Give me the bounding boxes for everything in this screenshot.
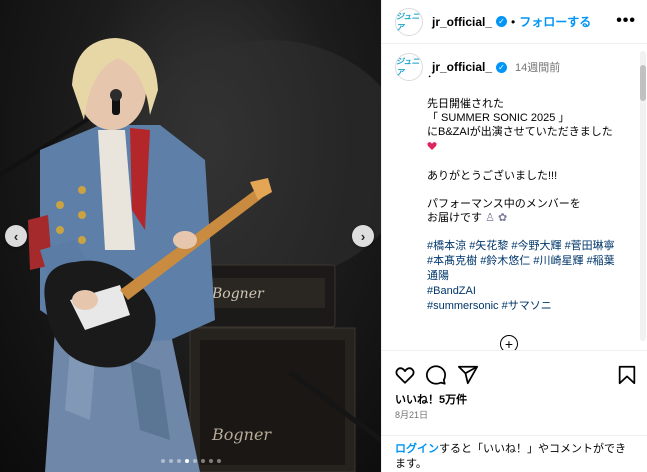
slide-dot — [192, 459, 197, 463]
header-separator: • — [511, 14, 516, 29]
login-prompt: ログインすると「いいね！」やコメントができます。 — [382, 435, 647, 472]
caption-line: 「 SUMMER SONIC 2025 」 — [427, 112, 570, 124]
hashtag-link[interactable]: #本髙克樹 — [427, 255, 477, 267]
plus-circle-icon[interactable]: + — [500, 335, 518, 350]
hashtag-link[interactable]: #今野大輝 — [511, 240, 561, 252]
slide-dot — [160, 459, 165, 463]
previous-slide-button[interactable]: ‹ — [5, 225, 27, 247]
caption-line: にB&ZAIが出演させていただきました — [427, 126, 613, 138]
caption-dot: ． — [427, 68, 438, 80]
caption-line-with-emoji: お届けです ♙ ✿ — [427, 211, 637, 225]
more-icon[interactable]: ••• — [616, 12, 636, 30]
hashtag-link[interactable]: #矢花黎 — [469, 240, 508, 252]
caption-line: お届けです — [427, 212, 482, 224]
share-icon[interactable] — [457, 364, 479, 386]
emoji-icon: ♙ ✿ — [485, 212, 508, 224]
caption-emoji — [427, 141, 637, 155]
hashtag-link[interactable]: #summersonic — [427, 300, 499, 312]
slide-dot — [216, 459, 221, 463]
header-username[interactable]: jr_official_ — [432, 15, 492, 29]
slide-dot — [200, 459, 205, 463]
post-sidebar: ジュニア jr_official_ ✓ • フォローする ••• ジュニア jr… — [381, 0, 647, 472]
hashtag-link[interactable]: 通陽 — [427, 269, 637, 283]
hashtag-link[interactable]: #橋本涼 — [427, 240, 466, 252]
login-link[interactable]: ログイン — [395, 443, 439, 455]
caption-scrollbar[interactable] — [640, 51, 646, 341]
caption-line: 先日開催された — [427, 98, 504, 110]
post-header: ジュニア jr_official_ ✓ • フォローする ••• — [382, 0, 647, 44]
heart-icon[interactable] — [394, 364, 416, 386]
hashtag-link[interactable]: #鈴木悠仁 — [480, 255, 530, 267]
verified-badge-icon: ✓ — [496, 16, 508, 27]
caption-area: ジュニア jr_official_ ✓ 14週間前 ． 先日開催された 「 SU… — [382, 45, 647, 350]
next-slide-button[interactable]: › — [352, 225, 374, 247]
chevron-left-icon: ‹ — [13, 228, 19, 244]
comment-icon[interactable] — [425, 364, 447, 386]
chevron-right-icon: › — [360, 228, 366, 244]
slide-dot — [168, 459, 173, 463]
post-actions: いいね！5万件 8月21日 ログインすると「いいね！」やコメントができます。 — [382, 350, 647, 472]
avatar[interactable]: ジュニア — [395, 7, 423, 36]
caption-line: ありがとうございました!!! — [427, 170, 558, 182]
hashtag-link[interactable]: #BandZAI — [427, 284, 637, 298]
caption-line: パフォーマンス中のメンバーを — [427, 198, 581, 210]
amp-logo-bottom: Bogner — [211, 425, 272, 444]
slide-indicator — [0, 459, 381, 463]
hashtag-link[interactable]: #菅田琳寧 — [565, 240, 615, 252]
hashtag-link[interactable]: #川崎星輝 — [533, 255, 583, 267]
heart-emoji-icon — [427, 142, 437, 150]
slide-dot — [184, 459, 189, 463]
follow-button[interactable]: フォローする — [519, 13, 591, 30]
hashtag-row: #summersonic #サマソニ — [427, 299, 637, 313]
scrollbar-thumb[interactable] — [640, 65, 646, 101]
hashtag-link[interactable]: #サマソニ — [502, 300, 552, 312]
hashtag-row: #本髙克樹 #鈴木悠仁 #川崎星輝 #稲葉 — [427, 254, 637, 268]
amp-logo-top: Bogner — [211, 286, 265, 302]
likes-count[interactable]: いいね！5万件 — [395, 391, 467, 407]
slide-dot — [176, 459, 181, 463]
post-date[interactable]: 8月21日 — [395, 408, 428, 421]
caption-avatar[interactable]: ジュニア — [395, 53, 423, 81]
hashtag-row: #橋本涼 #矢花黎 #今野大輝 #菅田琳寧 — [427, 239, 637, 253]
hashtag-link[interactable]: #稲葉 — [587, 255, 615, 267]
bookmark-icon[interactable] — [616, 364, 638, 386]
slide-dot — [208, 459, 213, 463]
post-photo[interactable]: Bogner Bogner ‹ › — [0, 0, 381, 472]
stage-photo-illustration: Bogner Bogner — [0, 38, 381, 472]
